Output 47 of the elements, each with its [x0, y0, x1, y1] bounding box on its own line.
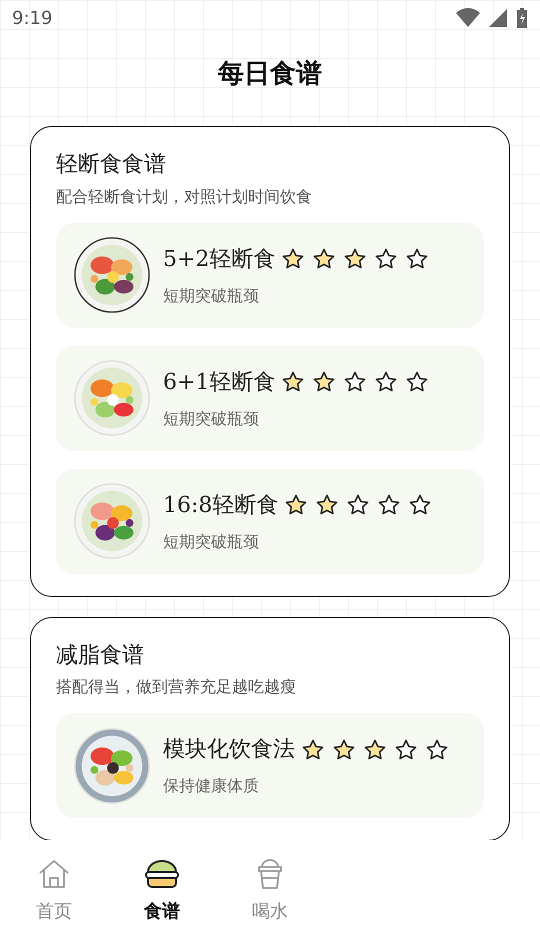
- recipe-note: 短期突破瓶颈: [163, 408, 260, 430]
- star-icon: [363, 738, 387, 762]
- recipe-item[interactable]: 模块化饮食法 保持健康体质: [56, 713, 484, 818]
- section-title: 轻断食食谱: [56, 151, 167, 178]
- star-icon: [408, 493, 432, 517]
- recipe-name: 6+1轻断食: [163, 368, 276, 396]
- home-icon: [37, 858, 71, 890]
- recipe-note: 短期突破瓶颈: [163, 530, 260, 552]
- wifi-icon: [456, 8, 480, 28]
- nav-tab[interactable]: 首页: [0, 840, 108, 932]
- section-subtitle: 搭配得当，做到营养充足越吃越瘦: [56, 676, 297, 698]
- star-icon: [394, 738, 418, 762]
- star-icon: [374, 247, 398, 271]
- star-icon: [343, 247, 368, 271]
- star-icon: [343, 370, 368, 394]
- recipe-item[interactable]: 16:8轻断食 短期突破瓶颈: [56, 468, 484, 574]
- recipe-note: 短期突破瓶颈: [163, 284, 260, 306]
- star-icon: [332, 738, 356, 762]
- nav-tab[interactable]: 食谱: [108, 840, 216, 932]
- star-icon: [315, 493, 340, 517]
- star-icon: [377, 493, 402, 517]
- star-icon: [281, 247, 306, 271]
- page-title: 每日食谱: [218, 58, 322, 90]
- star-icon: [301, 738, 325, 762]
- star-icon: [281, 370, 306, 394]
- section-title: 减脂食谱: [56, 642, 145, 669]
- nav-tab[interactable]: 喝水: [216, 840, 324, 932]
- recipe-name: 16:8轻断食: [163, 492, 278, 520]
- burger-icon: [144, 858, 180, 890]
- recipe-item[interactable]: 6+1轻断食 短期突破瓶颈: [56, 346, 484, 450]
- recipe-name: 模块化饮食法: [163, 736, 295, 764]
- star-icon: [284, 493, 308, 517]
- star-icon: [405, 247, 430, 271]
- recipe-name: 5+2轻断食: [163, 246, 276, 274]
- status-time: 9:19: [12, 6, 52, 30]
- recipe-item[interactable]: 5+2轻断食 短期突破瓶颈: [56, 222, 484, 328]
- star-icon: [312, 247, 336, 271]
- section-subtitle: 配合轻断食计划，对照计划时间饮食: [56, 186, 313, 208]
- cup-icon: [256, 858, 284, 890]
- recipe-note: 保持健康体质: [163, 775, 260, 797]
- star-icon: [346, 493, 370, 517]
- signal-icon: [488, 8, 508, 28]
- star-icon: [425, 738, 449, 762]
- star-icon: [374, 370, 398, 394]
- battery-icon: [516, 7, 528, 29]
- star-icon: [312, 370, 336, 394]
- star-icon: [405, 370, 430, 394]
